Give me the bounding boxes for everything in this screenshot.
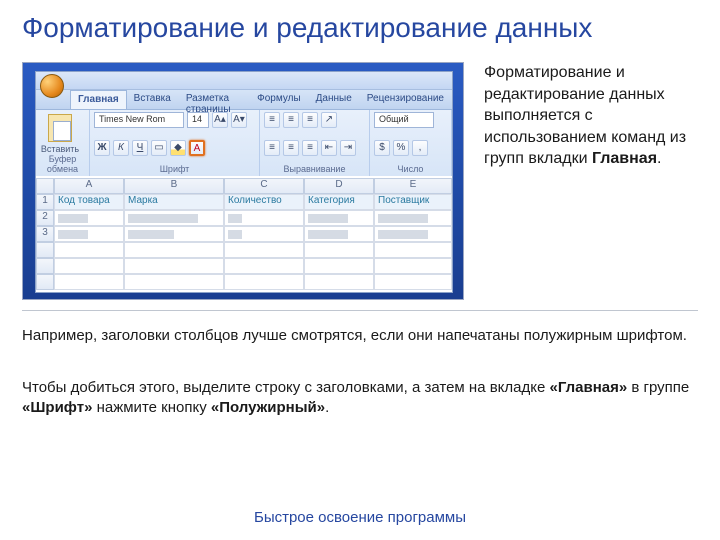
tab-page-layout[interactable]: Разметка страницы (179, 90, 250, 109)
group-number-label: Число (374, 164, 447, 176)
paste-button[interactable]: Вставить (40, 112, 80, 154)
col-header-e[interactable]: E (374, 178, 452, 194)
underline-button[interactable]: Ч (132, 140, 148, 156)
italic-button[interactable]: К (113, 140, 129, 156)
orientation-icon[interactable]: ↗ (321, 112, 337, 128)
body-paragraph-1: Например, заголовки столбцов лучше смотр… (22, 326, 698, 346)
cell-a3[interactable] (54, 226, 124, 242)
row-5 (36, 258, 452, 274)
cell-e2[interactable] (374, 210, 452, 226)
indent-decrease-icon[interactable]: ⇤ (321, 140, 337, 156)
col-header-c[interactable]: C (224, 178, 304, 194)
side-description: Форматирование и редактирование данных в… (484, 62, 698, 170)
quick-access-bar (36, 72, 452, 90)
slide-title: Форматирование и редактирование данных (22, 12, 592, 44)
cell-b1[interactable]: Марка (124, 194, 224, 210)
group-font: Times New Rom 14 A▴ A▾ Ж К Ч ▭ ◆ A Шрифт (90, 110, 260, 176)
group-alignment-label: Выравнивание (264, 164, 365, 176)
tab-home[interactable]: Главная (70, 90, 127, 109)
row-6 (36, 274, 452, 290)
paste-label: Вставить (40, 144, 80, 154)
tab-review[interactable]: Рецензирование (360, 90, 452, 109)
increase-font-icon[interactable]: A▴ (212, 112, 228, 128)
tab-formulas[interactable]: Формулы (250, 90, 309, 109)
decrease-font-icon[interactable]: A▾ (231, 112, 247, 128)
align-right-icon[interactable]: ≡ (302, 140, 318, 156)
row-header-2[interactable]: 2 (36, 210, 54, 226)
cell-d1[interactable]: Категория (304, 194, 374, 210)
paste-icon (48, 114, 72, 142)
divider (22, 310, 698, 311)
col-header-d[interactable]: D (304, 178, 374, 194)
cell-a2[interactable] (54, 210, 124, 226)
ribbon-tabs: Главная Вставка Разметка страницы Формул… (36, 90, 452, 110)
align-left-icon[interactable]: ≡ (264, 140, 280, 156)
align-top-icon[interactable]: ≡ (264, 112, 280, 128)
cell-c3[interactable] (224, 226, 304, 242)
tab-data[interactable]: Данные (309, 90, 360, 109)
row-header-1[interactable]: 1 (36, 194, 54, 210)
group-clipboard-label: Буфер обмена (40, 154, 85, 176)
col-header-b[interactable]: B (124, 178, 224, 194)
group-alignment: ≡ ≡ ≡ ↗ ≡ ≡ ≡ ⇤ ⇥ Выравнивание (260, 110, 370, 176)
cell-c2[interactable] (224, 210, 304, 226)
align-center-icon[interactable]: ≡ (283, 140, 299, 156)
border-button[interactable]: ▭ (151, 140, 167, 156)
footer-text: Быстрое освоение программы (0, 509, 720, 526)
row-1: 1 Код товара Марка Количество Категория … (36, 194, 452, 210)
col-header-a[interactable]: A (54, 178, 124, 194)
cell-d3[interactable] (304, 226, 374, 242)
group-clipboard: Вставить Буфер обмена (36, 110, 90, 176)
font-size-selector[interactable]: 14 (187, 112, 209, 128)
cell-e3[interactable] (374, 226, 452, 242)
align-bottom-icon[interactable]: ≡ (302, 112, 318, 128)
row-2: 2 (36, 210, 452, 226)
group-font-label: Шрифт (94, 164, 255, 176)
percent-icon[interactable]: % (393, 140, 409, 156)
cell-b3[interactable] (124, 226, 224, 242)
tab-insert[interactable]: Вставка (127, 90, 179, 109)
row-header-4[interactable] (36, 242, 54, 258)
currency-icon[interactable]: $ (374, 140, 390, 156)
select-all-corner[interactable] (36, 178, 54, 194)
group-number: Общий $ % , Число (370, 110, 452, 176)
cell-c1[interactable]: Количество (224, 194, 304, 210)
align-middle-icon[interactable]: ≡ (283, 112, 299, 128)
cell-e1[interactable]: Поставщик (374, 194, 452, 210)
row-header-3[interactable]: 3 (36, 226, 54, 242)
indent-increase-icon[interactable]: ⇥ (340, 140, 356, 156)
font-color-button[interactable]: A (189, 140, 205, 156)
screenshot-panel: Главная Вставка Разметка страницы Формул… (22, 62, 464, 300)
comma-icon[interactable]: , (412, 140, 428, 156)
cell-d2[interactable] (304, 210, 374, 226)
excel-window: Главная Вставка Разметка страницы Формул… (35, 71, 453, 293)
row-4 (36, 242, 452, 258)
body-paragraph-2: Чтобы добиться этого, выделите строку с … (22, 378, 698, 419)
worksheet: A B C D E 1 Код товара Марка Количество … (36, 178, 452, 292)
bold-button[interactable]: Ж (94, 140, 110, 156)
cell-a1[interactable]: Код товара (54, 194, 124, 210)
fill-color-button[interactable]: ◆ (170, 140, 186, 156)
office-button-icon[interactable] (40, 74, 64, 98)
number-format-selector[interactable]: Общий (374, 112, 434, 128)
side-text-bold: Главная (592, 150, 657, 167)
font-name-selector[interactable]: Times New Rom (94, 112, 184, 128)
ribbon-body: Вставить Буфер обмена Times New Rom 14 A… (36, 110, 452, 176)
cell-b2[interactable] (124, 210, 224, 226)
row-3: 3 (36, 226, 452, 242)
